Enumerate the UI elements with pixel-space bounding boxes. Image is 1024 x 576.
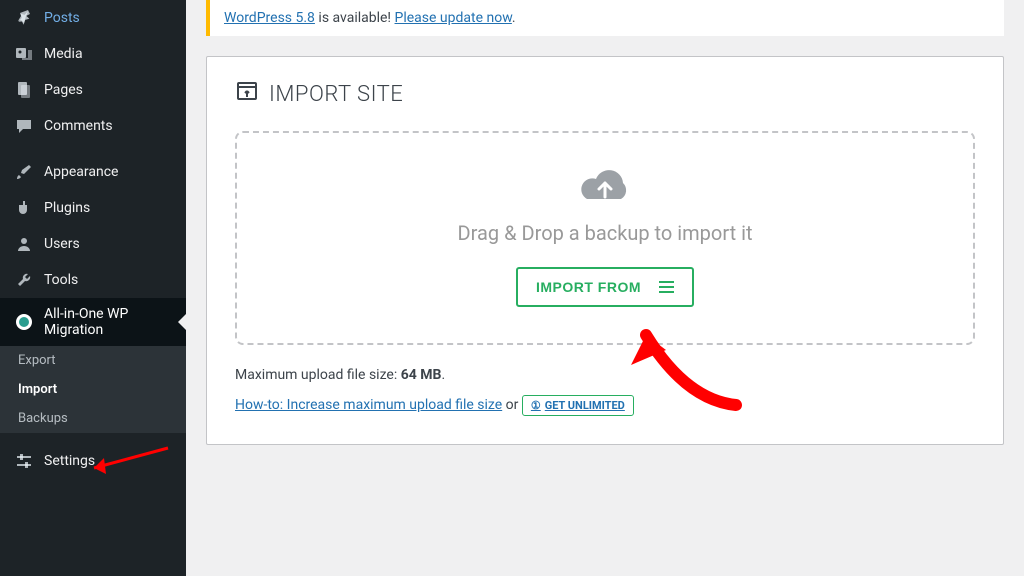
plug-icon xyxy=(14,198,34,218)
submenu-export[interactable]: Export xyxy=(0,346,186,375)
brush-icon xyxy=(14,162,34,182)
sidebar-item-media[interactable]: Media xyxy=(0,36,186,72)
sidebar-label: Pages xyxy=(44,82,83,98)
max-upload-label: Maximum upload file size: xyxy=(235,367,401,383)
sidebar-label: Posts xyxy=(44,10,80,26)
submenu-backups[interactable]: Backups xyxy=(0,404,186,433)
media-icon xyxy=(14,44,34,64)
sidebar-label: All-in-One WP Migration xyxy=(44,306,176,338)
comment-icon xyxy=(14,116,34,136)
sidebar-item-plugins[interactable]: Plugins xyxy=(0,190,186,226)
sidebar-item-comments[interactable]: Comments xyxy=(0,108,186,144)
migrate-icon xyxy=(14,312,34,332)
panel-title: IMPORT SITE xyxy=(235,79,975,109)
wrench-icon xyxy=(14,270,34,290)
pin-icon xyxy=(14,8,34,28)
or-text: or xyxy=(502,397,522,413)
import-panel: IMPORT SITE Drag & Drop a backup to impo… xyxy=(206,56,1004,445)
panel-title-text: IMPORT SITE xyxy=(269,82,403,107)
sidebar-item-migration[interactable]: All-in-One WP Migration xyxy=(0,298,186,346)
admin-sidebar: Posts Media Pages Comments Appearance Pl… xyxy=(0,0,186,576)
drop-text: Drag & Drop a backup to import it xyxy=(257,221,953,245)
sidebar-item-posts[interactable]: Posts xyxy=(0,0,186,36)
drop-zone[interactable]: Drag & Drop a backup to import it IMPORT… xyxy=(235,131,975,345)
unlimited-label: GET UNLIMITED xyxy=(545,399,625,412)
notice-suffix: . xyxy=(512,10,516,26)
update-now-link[interactable]: Please update now xyxy=(395,10,512,26)
sidebar-label: Comments xyxy=(44,118,113,134)
import-site-icon xyxy=(235,79,259,109)
get-unlimited-button[interactable]: ① GET UNLIMITED xyxy=(522,395,634,416)
sidebar-label: Settings xyxy=(44,453,95,469)
menu-separator xyxy=(0,144,186,154)
max-upload-suffix: . xyxy=(441,367,445,383)
submenu-import[interactable]: Import xyxy=(0,375,186,404)
update-notice: WordPress 5.8 is available! Please updat… xyxy=(206,0,1004,36)
sidebar-item-pages[interactable]: Pages xyxy=(0,72,186,108)
howto-row: How-to: Increase maximum upload file siz… xyxy=(235,395,975,416)
import-from-button[interactable]: IMPORT FROM xyxy=(516,267,694,307)
sidebar-item-tools[interactable]: Tools xyxy=(0,262,186,298)
sidebar-label: Appearance xyxy=(44,164,118,180)
sidebar-label: Users xyxy=(44,236,80,252)
user-icon xyxy=(14,234,34,254)
cloud-upload-icon xyxy=(575,163,635,207)
submenu-migration: Export Import Backups xyxy=(0,346,186,433)
menu-separator xyxy=(0,433,186,443)
max-upload-info: Maximum upload file size: 64 MB. xyxy=(235,367,975,383)
sidebar-item-appearance[interactable]: Appearance xyxy=(0,154,186,190)
sliders-icon xyxy=(14,451,34,471)
wp-version-link[interactable]: WordPress 5.8 xyxy=(224,10,315,26)
sidebar-item-settings[interactable]: Settings xyxy=(0,443,186,479)
clock-icon: ① xyxy=(531,399,541,412)
pages-icon xyxy=(14,80,34,100)
notice-text: is available! xyxy=(315,10,395,26)
sidebar-label: Media xyxy=(44,46,83,62)
hamburger-icon xyxy=(659,281,674,293)
sidebar-label: Plugins xyxy=(44,200,90,216)
max-upload-value: 64 MB xyxy=(401,367,442,383)
import-from-label: IMPORT FROM xyxy=(536,279,641,295)
main-content: WordPress 5.8 is available! Please updat… xyxy=(186,0,1024,576)
sidebar-item-users[interactable]: Users xyxy=(0,226,186,262)
howto-link[interactable]: How-to: Increase maximum upload file siz… xyxy=(235,397,502,413)
sidebar-label: Tools xyxy=(44,272,78,288)
